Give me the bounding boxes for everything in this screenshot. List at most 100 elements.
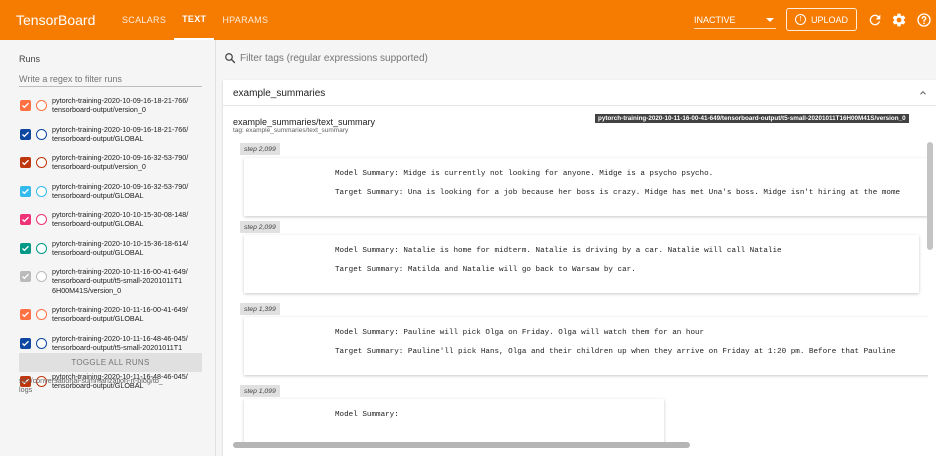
logdir-path: s3://conversational-summarization-rt-blo…: [19, 376, 163, 394]
run-item[interactable]: pytorch-training-2020-10-09-16-32-53-790…: [20, 182, 210, 210]
run-label-line: pytorch-training-2020-10-10-15-30-08-148…: [52, 210, 189, 219]
toggle-all-runs-button[interactable]: TOGGLE ALL RUNS: [19, 353, 202, 372]
runs-heading: Runs: [19, 54, 41, 64]
run-label-line: pytorch-training-2020-10-09-16-18-21-766…: [52, 96, 189, 105]
chevron-up-icon[interactable]: [918, 88, 928, 98]
run-item[interactable]: pytorch-training-2020-10-09-16-18-21-766…: [20, 125, 210, 153]
run-label-line: 6H00M41S/version_0: [52, 285, 122, 295]
text-step-card: Model Summary: Pauline will pick Olga on…: [244, 317, 928, 375]
target-summary-text: Target Summary: Pauline'll pick Hans, Ol…: [335, 348, 896, 356]
checkmark-icon: [22, 311, 29, 318]
run-label-line: pytorch-training-2020-10-11-16-00-41-649…: [52, 305, 188, 314]
checkmark-icon: [22, 273, 29, 280]
run-item[interactable]: pytorch-training-2020-10-09-16-18-21-766…: [20, 96, 210, 124]
text-step-card: Model Summary:: [244, 399, 664, 447]
status-value: INACTIVE: [694, 14, 736, 25]
checkmark-icon: [22, 188, 29, 194]
tab-scalars[interactable]: SCALARS: [114, 0, 174, 40]
run-label-line: tensorboard-output/GLOBAL: [52, 247, 144, 257]
run-color-swatch[interactable]: [36, 214, 47, 225]
checkmark-icon: [22, 131, 29, 137]
run-label-line: pytorch-training-2020-10-11-16-48-46-045…: [52, 333, 188, 343]
horizontal-scrollbar[interactable]: [233, 442, 690, 448]
step-label: step 2,099: [240, 143, 280, 155]
reload-status-select[interactable]: INACTIVE: [694, 11, 776, 29]
logdir-line: logs: [19, 385, 33, 394]
summary-tag: tag: example_summaries/text_summary: [233, 127, 349, 134]
gear-icon[interactable]: [891, 12, 907, 28]
tag-filter-input[interactable]: [240, 52, 540, 64]
run-label: pytorch-training-2020-10-09-16-18-21-766…: [52, 125, 188, 144]
tag-group-card: example_summaries example_summaries/text…: [223, 80, 936, 456]
top-app-bar: TensorBoard SCALARS TEXT HPARAMS INACTIV…: [0, 0, 936, 40]
tab-text[interactable]: TEXT: [174, 0, 215, 40]
model-summary-text: Model Summary: Pauline will pick Olga on…: [335, 329, 705, 337]
run-item[interactable]: pytorch-training-2020-10-11-16-00-41-649…: [20, 267, 210, 295]
info-icon: !: [794, 14, 806, 25]
run-label-line: pytorch-training-2020-10-09-16-32-53-790…: [52, 181, 189, 191]
vertical-scrollbar[interactable]: [927, 142, 933, 250]
tab-hparams[interactable]: HPARAMS: [214, 0, 276, 40]
text-step-card: Model Summary: Midge is currently not lo…: [244, 158, 928, 216]
run-checkbox[interactable]: [20, 309, 31, 320]
run-color-swatch[interactable]: [36, 271, 47, 282]
logdir-line: s3://conversational-summarization-rt-blo…: [19, 376, 163, 385]
run-label-line: tensorboard-output/GLOBAL: [52, 133, 144, 143]
search-icon: [225, 53, 236, 64]
run-label-line: pytorch-training-2020-10-09-16-18-21-766…: [52, 124, 189, 134]
run-label-line: tensorboard-output/GLOBAL: [52, 190, 144, 200]
run-label: pytorch-training-2020-10-10-15-30-08-148…: [52, 210, 188, 229]
run-checkbox[interactable]: [20, 337, 31, 349]
run-label: pytorch-training-2020-10-09-16-18-21-766…: [52, 96, 188, 115]
target-summary-text: Target Summary: Una is looking for a job…: [335, 189, 901, 197]
model-summary-text: Model Summary: Natalie is home for midte…: [335, 247, 782, 255]
run-label-line: tensorboard-output/t5-small-20201011T1: [52, 276, 183, 286]
step-label: step 1,099: [240, 385, 280, 397]
run-filter-input[interactable]: [19, 71, 202, 87]
run-color-swatch[interactable]: [36, 100, 47, 111]
help-icon[interactable]: [916, 12, 932, 28]
run-checkbox[interactable]: [20, 271, 31, 282]
refresh-icon[interactable]: [867, 12, 883, 28]
run-item[interactable]: pytorch-training-2020-10-11-16-00-41-649…: [20, 305, 210, 333]
run-label: pytorch-training-2020-10-11-16-00-41-649…: [52, 305, 188, 324]
model-summary-text: Model Summary:: [335, 411, 399, 419]
run-label-line: tensorboard-output/GLOBAL: [52, 219, 144, 229]
tag-filter: [224, 52, 540, 64]
run-label: pytorch-training-2020-10-09-16-32-53-790…: [52, 153, 188, 172]
run-color-swatch[interactable]: [36, 242, 47, 254]
text-step-card: Model Summary: Natalie is home for midte…: [244, 235, 919, 293]
run-color-swatch[interactable]: [36, 309, 47, 320]
run-label-line: pytorch-training-2020-10-10-15-36-18-614…: [52, 238, 189, 248]
checkmark-icon: [22, 102, 29, 109]
checkmark-icon: [22, 159, 29, 166]
run-color-swatch[interactable]: [36, 128, 47, 140]
run-item[interactable]: pytorch-training-2020-10-09-16-32-53-790…: [20, 153, 210, 181]
app-title: TensorBoard: [16, 12, 96, 28]
tag-group-header[interactable]: example_summaries: [223, 80, 936, 106]
run-label-line: tensorboard-output/GLOBAL: [52, 314, 144, 324]
checkmark-icon: [22, 245, 29, 251]
upload-label: UPLOAD: [810, 14, 848, 25]
run-label-line: pytorch-training-2020-10-09-16-32-53-790…: [52, 153, 189, 162]
summary-title: example_summaries/text_summary: [233, 117, 376, 127]
step-label: step 2,099: [240, 221, 280, 233]
run-label: pytorch-training-2020-10-11-16-00-41-649…: [52, 267, 188, 295]
run-checkbox[interactable]: [20, 214, 31, 225]
run-checkbox[interactable]: [20, 157, 31, 168]
run-item[interactable]: pytorch-training-2020-10-10-15-30-08-148…: [20, 210, 210, 238]
text-steps-list: step 2,099 Model Summary: Midge is curre…: [238, 143, 928, 447]
run-label-line: tensorboard-output/version_0: [52, 162, 146, 172]
upload-button[interactable]: ! UPLOAD: [786, 8, 857, 31]
run-color-swatch[interactable]: [36, 337, 47, 349]
run-item[interactable]: pytorch-training-2020-10-10-15-36-18-614…: [20, 239, 210, 267]
run-label: pytorch-training-2020-10-10-15-36-18-614…: [52, 239, 188, 258]
run-checkbox[interactable]: [20, 128, 31, 140]
run-checkbox[interactable]: [20, 185, 31, 197]
run-checkbox[interactable]: [20, 100, 31, 111]
run-color-swatch[interactable]: [36, 185, 47, 197]
run-label-line: pytorch-training-2020-10-11-16-00-41-649…: [52, 267, 188, 276]
runs-sidebar: Runs pytorch-training-2020-10-09-16-18-2…: [0, 40, 216, 456]
run-color-swatch[interactable]: [36, 157, 47, 168]
run-checkbox[interactable]: [20, 242, 31, 254]
